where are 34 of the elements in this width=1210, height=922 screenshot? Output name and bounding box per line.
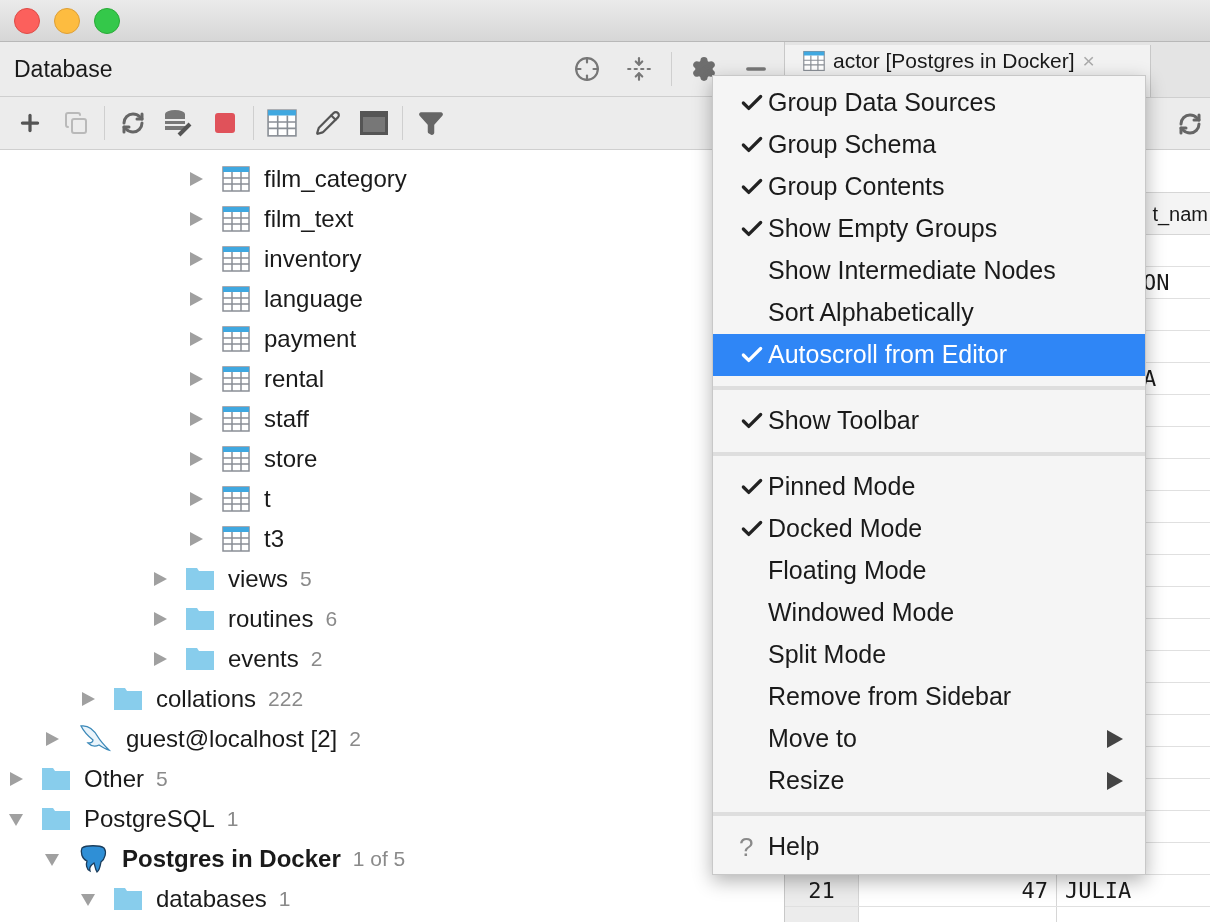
tree-item-label: collations: [156, 684, 257, 714]
tree-item-label: views: [228, 564, 288, 594]
tree-item-label: staff: [264, 404, 309, 434]
panel-title: Database: [14, 54, 114, 84]
tree-item-label: film_category: [264, 164, 407, 194]
item-count: 2: [349, 726, 361, 753]
item-count: 1 of 5: [352, 846, 406, 873]
item-count: 1: [278, 886, 291, 913]
tree-item-label: routines: [228, 604, 314, 634]
tree-item-label: Other: [84, 764, 145, 794]
tree-item-label: events: [228, 644, 299, 674]
tree-item-label: language: [264, 284, 363, 314]
help-icon: ?: [739, 827, 754, 867]
item-count: 1: [226, 806, 239, 833]
item-count: 222: [268, 686, 304, 713]
tree-item-label: databases: [156, 884, 267, 914]
item-count: 5: [156, 766, 168, 793]
tree-item-label: guest@localhost [2]: [126, 724, 338, 754]
column-header: t_nam: [1152, 201, 1208, 228]
tree-item-label: PostgreSQL: [84, 804, 215, 834]
tree-item-label: inventory: [264, 244, 362, 274]
item-count: 2: [310, 646, 323, 673]
tree-item-label: t: [264, 484, 271, 514]
item-count: 5: [300, 566, 312, 593]
item-count: 6: [325, 606, 338, 633]
table-cell-text: JULIA: [1065, 877, 1132, 905]
row-number-cell: 21: [785, 875, 859, 906]
tree-item-label: store: [264, 444, 318, 474]
tree-item-label: film_text: [264, 204, 354, 234]
table-cell-text: 47: [1021, 877, 1048, 905]
tree-item-label: rental: [264, 364, 325, 394]
tree-item-label: payment: [264, 324, 357, 354]
tree-item-label: Postgres in Docker: [122, 844, 341, 874]
tree-item-label: t3: [264, 524, 284, 554]
